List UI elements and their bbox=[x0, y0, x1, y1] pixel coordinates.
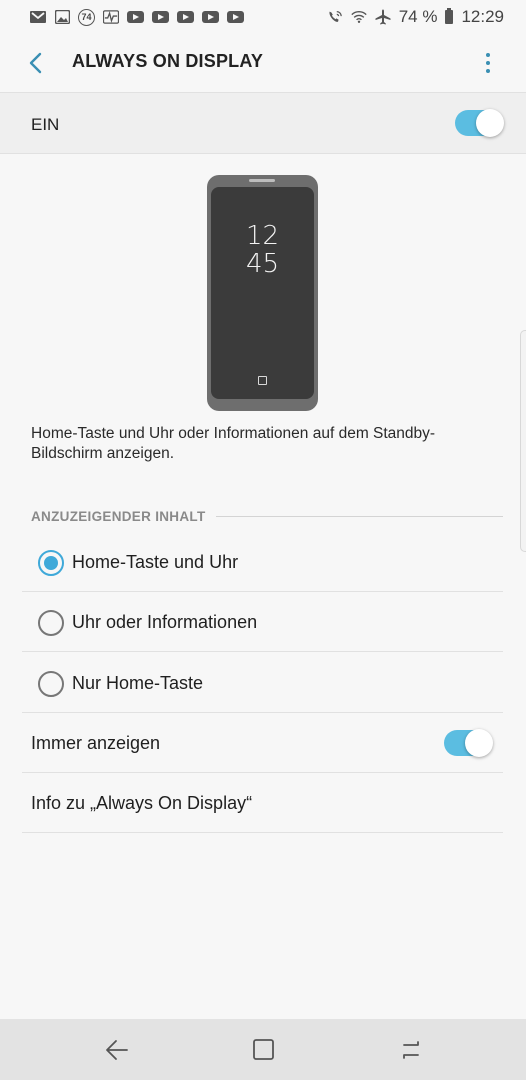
option-home-key-and-clock[interactable]: Home-Taste und Uhr bbox=[22, 532, 503, 592]
home-square-icon bbox=[253, 1039, 274, 1060]
always-show-row[interactable]: Immer anzeigen bbox=[22, 713, 503, 773]
youtube-icon bbox=[227, 11, 244, 23]
master-switch-row[interactable]: EIN bbox=[0, 92, 526, 154]
scroll-indicator[interactable] bbox=[520, 330, 526, 552]
preview-clock-hours: 12 bbox=[245, 221, 280, 251]
divider bbox=[215, 515, 503, 517]
notification-icons: 74 bbox=[30, 8, 244, 26]
nav-recents-button[interactable] bbox=[394, 1033, 428, 1067]
system-icons: 74 % 12:29 bbox=[327, 7, 504, 27]
activity-icon bbox=[103, 10, 119, 24]
master-toggle[interactable] bbox=[455, 109, 504, 137]
status-bar: 74 74 % 12:29 bbox=[0, 0, 526, 34]
back-arrow-icon bbox=[106, 1040, 128, 1060]
always-show-toggle[interactable] bbox=[444, 729, 493, 757]
nav-home-button[interactable] bbox=[246, 1033, 280, 1067]
app-bar: ALWAYS ON DISPLAY bbox=[0, 34, 526, 92]
youtube-icon bbox=[152, 11, 169, 23]
airplane-icon bbox=[375, 9, 391, 25]
phone-speaker bbox=[249, 179, 275, 182]
more-options-button[interactable] bbox=[476, 48, 500, 78]
radio-button[interactable] bbox=[38, 610, 64, 636]
badge-74-icon: 74 bbox=[78, 8, 95, 26]
phone-preview: 12 45 bbox=[207, 175, 318, 411]
wifi-calling-icon bbox=[327, 10, 343, 24]
option-clock-or-info[interactable]: Uhr oder Informationen bbox=[22, 592, 503, 652]
always-show-label: Immer anzeigen bbox=[31, 733, 161, 753]
phone-screen: 12 45 bbox=[211, 187, 314, 399]
nav-back-button[interactable] bbox=[100, 1033, 134, 1067]
preview-clock-minutes: 45 bbox=[245, 249, 280, 279]
clock-time: 12:29 bbox=[461, 7, 504, 26]
home-key-icon bbox=[258, 376, 267, 385]
youtube-icon bbox=[177, 11, 194, 23]
master-switch-label: EIN bbox=[31, 115, 60, 134]
info-label: Info zu „Always On Display“ bbox=[31, 793, 253, 813]
battery-icon bbox=[445, 8, 454, 24]
more-vertical-icon bbox=[486, 53, 490, 57]
youtube-icon bbox=[127, 11, 144, 23]
wifi-icon bbox=[351, 10, 367, 24]
option-home-key-only[interactable]: Nur Home-Taste bbox=[22, 653, 503, 713]
option-label: Nur Home-Taste bbox=[72, 673, 204, 693]
section-header-label: ANZUZEIGENDER INHALT bbox=[31, 508, 206, 524]
back-button[interactable] bbox=[22, 48, 50, 78]
option-label: Uhr oder Informationen bbox=[72, 612, 258, 632]
radio-button[interactable] bbox=[38, 550, 64, 576]
description: Home-Taste und Uhr oder Informationen au… bbox=[31, 425, 436, 462]
recents-icon bbox=[403, 1041, 419, 1059]
info-row[interactable]: Info zu „Always On Display“ bbox=[22, 773, 503, 833]
image-icon bbox=[54, 10, 70, 24]
gmail-icon bbox=[30, 10, 46, 24]
radio-button[interactable] bbox=[38, 671, 64, 697]
navigation-bar bbox=[0, 1019, 526, 1080]
page-title: ALWAYS ON DISPLAY bbox=[72, 51, 264, 71]
battery-percent: 74 % bbox=[398, 7, 438, 26]
section-header: ANZUZEIGENDER INHALT bbox=[31, 508, 503, 524]
chevron-left-icon bbox=[29, 52, 42, 74]
youtube-icon bbox=[202, 11, 219, 23]
option-label: Home-Taste und Uhr bbox=[72, 552, 239, 572]
